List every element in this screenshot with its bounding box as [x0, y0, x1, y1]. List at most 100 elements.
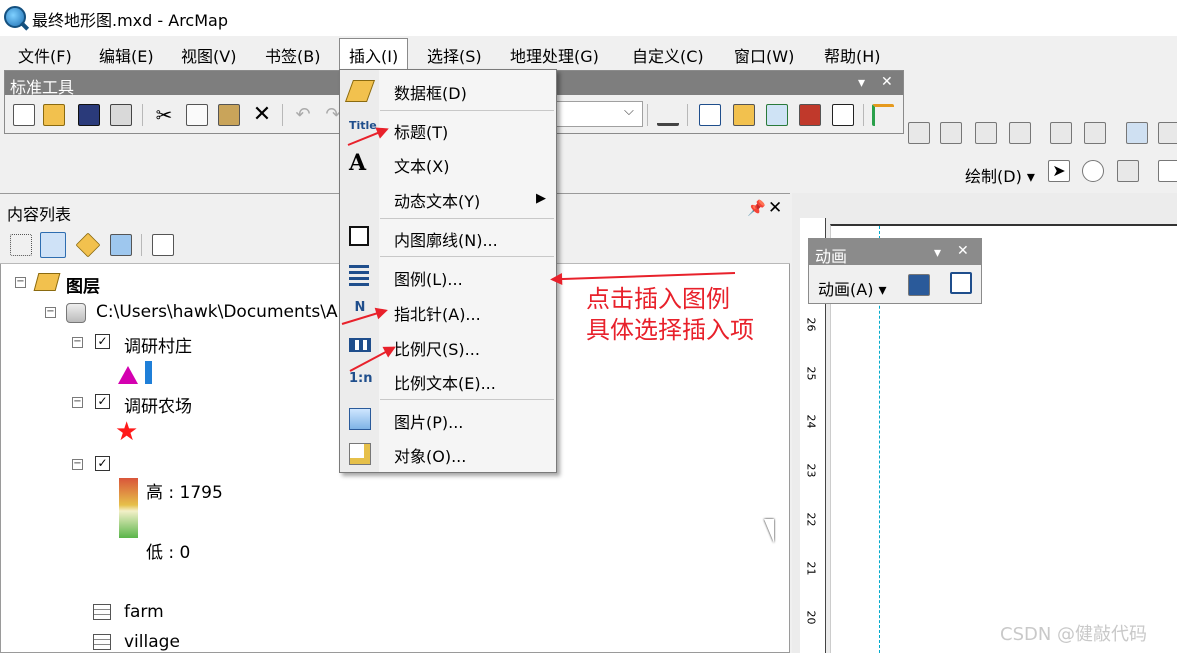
full-extent-icon[interactable]: [975, 122, 997, 144]
zoom-to-selected-icon[interactable]: [1117, 160, 1139, 182]
layers-root[interactable]: 图层: [66, 272, 100, 297]
table-name[interactable]: farm: [124, 602, 164, 622]
ruler-label: 25: [804, 366, 818, 381]
list-by-source-icon[interactable]: [40, 232, 66, 258]
layer-visibility-checkbox[interactable]: ✓: [95, 456, 110, 471]
animation-controls-icon[interactable]: [950, 272, 972, 294]
menu-file[interactable]: 文件(F): [12, 42, 78, 68]
editor-toolbar-icon[interactable]: [657, 104, 679, 126]
menu-selection[interactable]: 选择(S): [421, 42, 488, 68]
copy-icon[interactable]: [186, 104, 208, 126]
paste-icon[interactable]: [218, 104, 240, 126]
menu-item-scale-bar[interactable]: 比例尺(S)...: [394, 336, 480, 360]
menu-separator: [380, 110, 554, 111]
chevron-down-icon[interactable]: ⌵: [624, 104, 634, 119]
annotation-line: 具体选择插入项: [586, 316, 754, 344]
toolbar-separator: [687, 104, 688, 126]
forward-icon[interactable]: [1158, 122, 1177, 144]
open-folder-icon[interactable]: [43, 104, 65, 126]
draw-menu[interactable]: 绘制(D) ▾: [965, 163, 1035, 187]
table-name[interactable]: village: [124, 632, 180, 652]
animation-toolbar-title: 动画: [815, 247, 848, 266]
layer-name[interactable]: 调研农场: [124, 392, 192, 417]
zoom-100-icon[interactable]: [1009, 122, 1031, 144]
pan-icon[interactable]: [940, 122, 962, 144]
toolbar-separator: [863, 104, 864, 126]
layer-name[interactable]: 调研村庄: [124, 332, 192, 357]
scale-text-icon: 1:n: [349, 371, 373, 386]
menu-item-north-arrow[interactable]: 指北针(A)...: [394, 301, 481, 325]
submenu-arrow-icon: ▶: [536, 191, 546, 206]
pin-icon[interactable]: 📌: [747, 199, 766, 217]
collapse-database-icon[interactable]: −: [45, 307, 56, 318]
toolbar-close-icon[interactable]: ✕: [957, 243, 969, 259]
layer-visibility-checkbox[interactable]: ✓: [95, 334, 110, 349]
select-elements-icon[interactable]: ➤: [1048, 160, 1070, 182]
animation-menu[interactable]: 动画(A) ▾: [818, 276, 887, 300]
arcmap-app-icon: [4, 6, 26, 28]
menu-view[interactable]: 视图(V): [175, 42, 242, 68]
zoom-whole-page-icon[interactable]: [1050, 122, 1072, 144]
layer-visibility-checkbox[interactable]: ✓: [95, 394, 110, 409]
menu-insert[interactable]: 插入(I): [339, 38, 409, 69]
zoom-icon[interactable]: [908, 122, 930, 144]
catalog-icon[interactable]: [733, 104, 755, 126]
toc-title: 内容列表: [7, 205, 72, 224]
scale-bar-icon: [349, 338, 371, 352]
search-window-icon[interactable]: [766, 104, 788, 126]
python-window-icon[interactable]: [832, 104, 854, 126]
menu-help[interactable]: 帮助(H): [818, 42, 887, 68]
rotate-icon[interactable]: [1082, 160, 1104, 182]
toolbar-dropdown-icon[interactable]: ▾: [858, 75, 865, 91]
menu-item-text[interactable]: 文本(X): [394, 153, 449, 177]
menu-item-dynamic-text[interactable]: 动态文本(Y): [394, 188, 480, 212]
elevation-color-ramp: [119, 478, 138, 538]
menu-item-scale-text[interactable]: 比例文本(E)...: [394, 370, 496, 394]
menu-item-data-frame[interactable]: 数据框(D): [394, 80, 467, 104]
elevation-low-label: 低 : 0: [146, 543, 191, 563]
table-of-contents-icon[interactable]: [699, 104, 721, 126]
menu-bookmarks[interactable]: 书签(B): [259, 42, 326, 68]
toolbar-dropdown-icon[interactable]: ▾: [934, 245, 941, 261]
menu-item-legend[interactable]: 图例(L)...: [394, 266, 463, 290]
delete-icon[interactable]: ✕: [251, 104, 273, 126]
zoom-page-width-icon[interactable]: [1084, 122, 1106, 144]
menu-item-neatline[interactable]: 内图廓线(N)...: [394, 227, 498, 251]
collapse-layer-icon[interactable]: −: [72, 397, 83, 408]
menu-edit[interactable]: 编辑(E): [93, 42, 160, 68]
window-title: 最终地形图.mxd - ArcMap: [32, 11, 228, 30]
menu-separator: [380, 399, 554, 400]
options-icon[interactable]: [152, 234, 174, 256]
menu-separator: [380, 256, 554, 257]
annotation-text: 点击插入图例 具体选择插入项: [586, 284, 754, 346]
toolbar-separator: [647, 104, 648, 126]
menu-item-picture[interactable]: 图片(P)...: [394, 409, 463, 433]
cut-icon[interactable]: ✂: [153, 104, 175, 126]
toolbar-close-icon[interactable]: ✕: [881, 74, 893, 90]
menu-windows[interactable]: 窗口(W): [728, 42, 800, 68]
modelbuilder-icon[interactable]: [872, 104, 894, 126]
toolbar-separator: [142, 104, 143, 126]
ruler-label: 23: [804, 463, 818, 478]
undo-icon[interactable]: ↶: [292, 104, 314, 126]
elevation-high-label: 高 : 1795: [146, 483, 223, 503]
new-document-icon[interactable]: [13, 104, 35, 126]
list-by-selection-icon[interactable]: [110, 234, 132, 256]
database-path[interactable]: C:\Users\hawk\Documents\A: [96, 302, 338, 322]
print-icon[interactable]: [110, 104, 132, 126]
list-by-drawing-order-icon[interactable]: [10, 234, 32, 256]
save-icon[interactable]: [78, 104, 100, 126]
rectangle-tool-icon[interactable]: [1158, 160, 1177, 182]
collapse-layers-icon[interactable]: −: [15, 277, 26, 288]
bar-symbol-icon: [145, 361, 152, 384]
camera-icon[interactable]: [908, 274, 930, 296]
collapse-layer-icon[interactable]: −: [72, 459, 83, 470]
arctoolbox-icon[interactable]: [799, 104, 821, 126]
collapse-layer-icon[interactable]: −: [72, 337, 83, 348]
menu-item-title[interactable]: 标题(T): [394, 119, 448, 143]
back-icon[interactable]: [1126, 122, 1148, 144]
menu-item-object[interactable]: 对象(O)...: [394, 443, 466, 467]
menu-customize[interactable]: 自定义(C): [626, 42, 710, 68]
menu-geoprocessing[interactable]: 地理处理(G): [504, 42, 605, 68]
close-icon[interactable]: ✕: [768, 198, 782, 218]
